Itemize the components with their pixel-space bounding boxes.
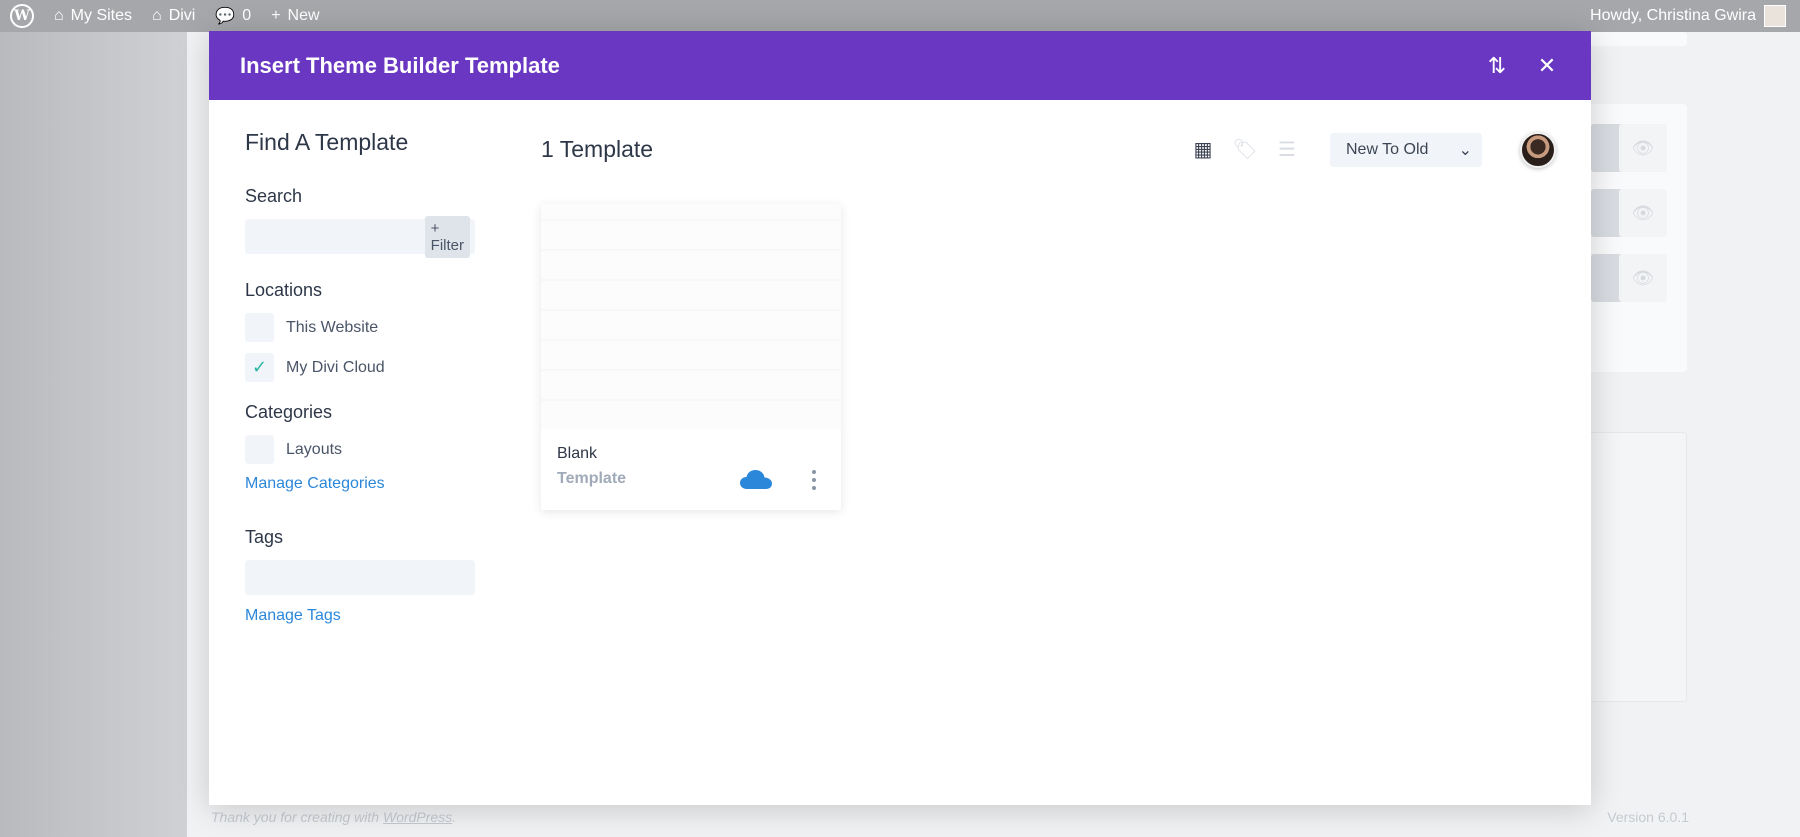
- admin-bar-comments[interactable]: 💬 0: [205, 0, 261, 32]
- view-controls: ▦ 🏷 ☰ New To Old ⌄: [1192, 131, 1556, 168]
- footer-version: Version 6.0.1: [1607, 809, 1689, 825]
- sites-icon: ⌂: [54, 7, 64, 24]
- comment-count: 0: [242, 7, 252, 24]
- wp-logo-item[interactable]: W: [0, 0, 44, 32]
- footer-thanks: Thank you for creating with WordPress.: [211, 809, 456, 825]
- location-label: This Website: [286, 318, 379, 336]
- modal-header: Insert Theme Builder Template ⇅ ✕: [209, 31, 1591, 100]
- template-filter-sidebar: Find A Template Search + Filter Location…: [235, 129, 475, 659]
- grid-view-icon[interactable]: ▦: [1192, 139, 1214, 161]
- comment-icon: 💬: [215, 8, 236, 25]
- locations-label: Locations: [245, 280, 323, 300]
- location-my-divi-cloud[interactable]: ✓ My Divi Cloud: [245, 353, 475, 382]
- footer-wordpress-link[interactable]: WordPress: [383, 809, 452, 825]
- menu-dot: [812, 470, 816, 474]
- admin-avatar: [1764, 5, 1786, 27]
- wordpress-logo-icon: W: [10, 4, 34, 28]
- admin-bar-site-name[interactable]: ⌂ Divi: [142, 0, 205, 32]
- my-sites-label: My Sites: [70, 7, 133, 24]
- template-thumbnail[interactable]: [541, 204, 841, 429]
- template-count: 1 Template: [541, 136, 654, 162]
- sort-icon[interactable]: ⇅: [1483, 52, 1511, 80]
- manage-tags-link[interactable]: Manage Tags: [245, 607, 475, 625]
- chevron-down-icon: ⌄: [1458, 141, 1472, 159]
- modal-title: Insert Theme Builder Template: [240, 52, 560, 78]
- modal-header-actions: ⇅ ✕: [1483, 52, 1561, 80]
- more-options-icon[interactable]: [809, 468, 819, 492]
- manage-categories-link[interactable]: Manage Categories: [245, 475, 475, 493]
- checkbox[interactable]: [245, 313, 274, 342]
- search-input[interactable]: [235, 220, 425, 253]
- sort-value: New To Old: [1346, 140, 1429, 158]
- categories-list: Layouts: [245, 435, 475, 464]
- howdy-label: Howdy, Christina Gwira: [1590, 7, 1756, 24]
- filter-button[interactable]: + Filter: [424, 215, 470, 258]
- menu-dot: [812, 486, 816, 490]
- search-field: + Filter: [235, 215, 475, 258]
- category-label: Layouts: [286, 440, 343, 458]
- search-label: Search: [245, 186, 303, 206]
- admin-bar-account[interactable]: Howdy, Christina Gwira: [1590, 5, 1800, 27]
- tags-input[interactable]: [245, 560, 475, 595]
- templates-toolbar: 1 Template ▦ 🏷 ☰ New To Old ⌄: [541, 127, 1556, 172]
- admin-sidebar-background: [0, 32, 187, 837]
- checkbox[interactable]: [245, 435, 274, 464]
- user-avatar[interactable]: [1520, 131, 1556, 168]
- admin-bar: W ⌂ My Sites ⌂ Divi 💬 0 + New Howdy, Chr…: [0, 0, 1800, 32]
- list-view-icon[interactable]: ☰: [1276, 139, 1298, 161]
- insert-template-modal: Insert Theme Builder Template ⇅ ✕ Find A…: [209, 31, 1591, 805]
- admin-bar-new[interactable]: + New: [261, 0, 329, 32]
- template-card[interactable]: Blank Template: [541, 204, 841, 510]
- location-this-website[interactable]: This Website: [245, 313, 475, 342]
- menu-dot: [812, 478, 816, 482]
- find-template-title: Find A Template: [245, 129, 409, 155]
- footer-text: Thank you for creating with: [211, 809, 380, 825]
- tag-icon[interactable]: 🏷: [1232, 139, 1257, 161]
- category-layouts[interactable]: Layouts: [245, 435, 475, 464]
- eye-icon: 👁: [1619, 254, 1667, 302]
- close-icon[interactable]: ✕: [1533, 52, 1561, 80]
- template-subtitle: Template: [557, 470, 627, 487]
- admin-bar-my-sites[interactable]: ⌂ My Sites: [44, 0, 142, 32]
- new-label: New: [287, 7, 320, 24]
- eye-icon: 👁: [1619, 189, 1667, 237]
- tags-label: Tags: [245, 527, 284, 547]
- checkbox-checked[interactable]: ✓: [245, 353, 274, 382]
- site-name-label: Divi: [168, 7, 196, 24]
- template-name: Blank: [557, 445, 598, 462]
- home-icon: ⌂: [152, 7, 162, 24]
- categories-label: Categories: [245, 402, 333, 422]
- locations-list: This Website ✓ My Divi Cloud: [245, 313, 475, 382]
- footer-period: .: [452, 809, 457, 825]
- cloud-icon: [740, 470, 772, 489]
- location-label: My Divi Cloud: [286, 358, 385, 376]
- plus-icon: +: [271, 7, 281, 24]
- sort-select[interactable]: New To Old ⌄: [1330, 132, 1482, 167]
- eye-icon: 👁: [1619, 124, 1667, 172]
